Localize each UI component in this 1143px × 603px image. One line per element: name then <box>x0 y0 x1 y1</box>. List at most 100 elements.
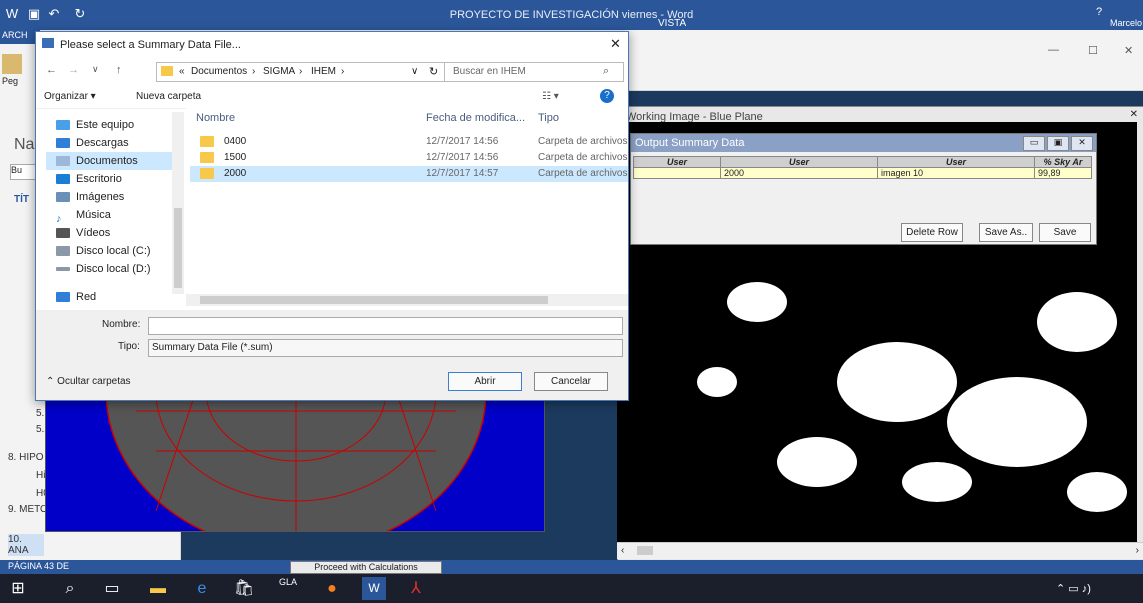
file-row[interactable]: 1500 12/7/2017 14:56 Carpeta de archivos <box>190 150 628 166</box>
filename-input[interactable] <box>148 317 623 335</box>
column-header[interactable]: User <box>877 156 1035 168</box>
organize-button[interactable]: Organizar ▾ <box>44 91 96 102</box>
column-header-fecha[interactable]: Fecha de modifica... <box>426 112 525 124</box>
delete-row-button[interactable]: Delete Row <box>901 223 963 242</box>
tree-item-red[interactable]: Red <box>56 288 96 306</box>
summary-table[interactable]: User User User % Sky Ar 2000 imagen 10 9… <box>633 156 1092 179</box>
close-icon[interactable]: ✕ <box>610 36 621 52</box>
breadcrumb-item[interactable]: SIGMA <box>263 66 295 77</box>
task-view-icon[interactable]: ▭ <box>100 577 124 600</box>
table-cell[interactable] <box>633 167 721 179</box>
fisheye-image-window <box>45 390 545 532</box>
folder-icon <box>200 151 214 163</box>
chevron-down-icon[interactable]: ∨ <box>411 66 418 77</box>
file-row[interactable]: 0400 12/7/2017 14:56 Carpeta de archivos <box>190 134 628 150</box>
tab-vista[interactable]: VISTA <box>658 18 686 29</box>
tree-item-disco-d[interactable]: Disco local (D:) <box>56 260 151 278</box>
pdf-icon[interactable]: ⅄ <box>404 577 428 600</box>
store-icon[interactable]: 🛍 <box>232 577 256 600</box>
help-icon[interactable]: ? <box>1096 6 1102 18</box>
file-explorer-icon[interactable]: ▬ <box>146 577 170 600</box>
filetype-select[interactable]: Summary Data File (*.sum) <box>148 339 623 357</box>
tab-archivo[interactable]: ARCH <box>0 30 40 44</box>
table-cell[interactable]: imagen 10 <box>877 167 1035 179</box>
scroll-thumb[interactable] <box>637 546 653 555</box>
back-icon[interactable]: ← <box>46 64 57 76</box>
open-button[interactable]: Abrir <box>448 372 522 391</box>
view-options-icon[interactable]: ☷ ▾ <box>542 91 559 102</box>
tree-item-musica[interactable]: ♪ Música <box>56 206 111 225</box>
save-as-button[interactable]: Save As.. <box>979 223 1033 242</box>
column-header-nombre[interactable]: Nombre <box>196 112 235 124</box>
maximize-icon[interactable]: ▣ <box>1047 136 1069 151</box>
search-field[interactable]: Buscar en IHEM ⌕ <box>444 62 624 82</box>
address-bar[interactable]: « Documentos › SIGMA › IHEM › ∨ ↻ <box>156 62 450 82</box>
refresh-icon[interactable]: ↻ <box>429 65 438 78</box>
edge-icon[interactable]: e <box>190 577 214 600</box>
music-icon: ♪ <box>56 210 70 225</box>
minimize-icon[interactable]: — <box>1048 44 1059 56</box>
maximize-icon[interactable]: ☐ <box>1088 44 1098 57</box>
tree-item-videos[interactable]: Vídeos <box>56 224 110 242</box>
scroll-thumb[interactable] <box>174 208 182 288</box>
windows-icon[interactable]: ⊞ <box>6 577 30 600</box>
proceed-with-calculations[interactable]: Proceed with Calculations <box>290 561 442 574</box>
tree-item-disco-c[interactable]: Disco local (C:) <box>56 242 151 260</box>
breadcrumb-item[interactable]: Documentos <box>191 66 247 77</box>
table-cell[interactable]: 99,89 <box>1034 167 1092 179</box>
gla-icon[interactable]: GLA <box>276 577 300 600</box>
dialog-toolbar: Organizar ▾ Nueva carpeta ☷ ▾ ? <box>36 86 628 109</box>
tray-icons[interactable]: ⌃ ▭ ♪) <box>1056 582 1091 595</box>
tree-item-este-equipo[interactable]: Este equipo <box>56 116 134 134</box>
column-header-tipo[interactable]: Tipo <box>538 112 559 124</box>
fisheye-image <box>105 391 487 531</box>
breadcrumb-sep: › <box>299 66 303 77</box>
breadcrumb-sep: › <box>252 66 256 77</box>
tree-scrollbar[interactable] <box>172 112 184 294</box>
column-header[interactable]: % Sky Ar <box>1034 156 1092 168</box>
search-icon[interactable]: ⌕ <box>603 65 609 78</box>
paste-icon[interactable] <box>2 54 22 74</box>
filelist-hscrollbar[interactable] <box>186 294 628 306</box>
firefox-icon[interactable]: ● <box>320 577 344 600</box>
file-row-selected[interactable]: 2000 12/7/2017 14:57 Carpeta de archivos <box>190 166 628 182</box>
close-icon[interactable]: ✕ <box>1071 136 1093 151</box>
scroll-left-icon[interactable]: ‹ <box>621 545 624 556</box>
page-indicator[interactable]: PÁGINA 43 DE <box>8 561 69 571</box>
tree-item-escritorio[interactable]: Escritorio <box>56 170 122 188</box>
save-button[interactable]: Save <box>1039 223 1091 242</box>
up-icon[interactable]: ↑ <box>116 64 122 76</box>
search-input[interactable]: Buscar en IHEM <box>453 66 526 77</box>
new-folder-button[interactable]: Nueva carpeta <box>136 91 201 102</box>
minimize-icon[interactable]: ▭ <box>1023 136 1045 151</box>
word-title-bar: W ▣ ↶ ↻ PROYECTO DE INVESTIGACIÓN vierne… <box>0 0 1143 30</box>
nav-item[interactable]: 8. HIPO <box>8 452 44 463</box>
column-header[interactable]: User <box>720 156 878 168</box>
chevron-down-icon[interactable]: ∨ <box>92 64 99 75</box>
nav-item[interactable]: 10. ANA <box>8 534 44 556</box>
scroll-right-icon[interactable]: › <box>1136 545 1139 556</box>
paste-label[interactable]: Peg <box>2 76 18 86</box>
breadcrumb-item[interactable]: IHEM <box>311 66 336 77</box>
table-cell[interactable]: 2000 <box>720 167 878 179</box>
horizontal-scrollbar[interactable]: ‹ › <box>617 542 1143 559</box>
table-row[interactable]: 2000 imagen 10 99,89 <box>633 167 1092 179</box>
close-icon[interactable]: ✕ <box>1130 109 1138 120</box>
word-icon[interactable]: W <box>362 577 386 600</box>
tree-item-documentos[interactable]: Documentos <box>46 152 182 170</box>
nav-item[interactable]: 9. METO <box>8 504 48 515</box>
search-icon[interactable]: ⌕ <box>58 577 82 600</box>
scroll-thumb[interactable] <box>200 296 548 304</box>
cancel-button[interactable]: Cancelar <box>534 372 608 391</box>
forward-icon[interactable]: → <box>68 64 79 76</box>
nav-search-input[interactable]: Bu <box>10 164 38 180</box>
word-window-title: PROYECTO DE INVESTIGACIÓN viernes - Word <box>449 9 694 21</box>
pictures-icon <box>56 192 70 203</box>
tree-item-descargas[interactable]: Descargas <box>56 134 129 152</box>
hide-folders-toggle[interactable]: ⌃ Ocultar carpetas <box>46 376 131 387</box>
close-icon[interactable]: ✕ <box>1124 44 1133 57</box>
user-name[interactable]: Marcelo <box>1110 18 1142 28</box>
tree-item-imagenes[interactable]: Imágenes <box>56 188 124 206</box>
help-icon[interactable]: ? <box>600 89 614 103</box>
column-header[interactable]: User <box>633 156 721 168</box>
